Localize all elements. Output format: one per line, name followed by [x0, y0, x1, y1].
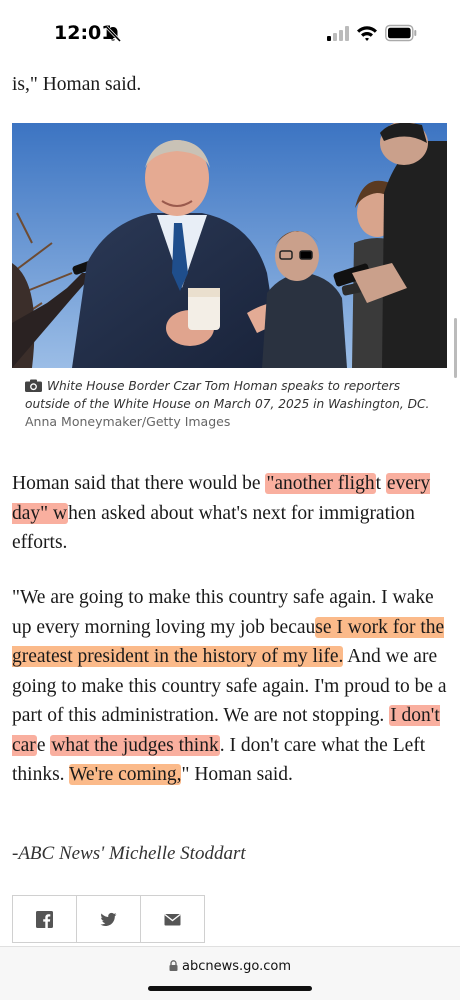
url-display[interactable]: abcnews.go.com: [0, 959, 460, 974]
twitter-icon: [100, 912, 117, 926]
caption-text: White House Border Czar Tom Homan speaks…: [25, 379, 430, 411]
facebook-icon: [36, 910, 53, 928]
highlighted-text[interactable]: what the judges think: [50, 734, 220, 756]
paragraph-text: " Homan said.: [181, 764, 293, 785]
highlighted-text[interactable]: We're coming,: [69, 764, 182, 785]
url-text: abcnews.go.com: [181, 959, 291, 974]
article-paragraph: Homan said that there would be "another …: [12, 469, 448, 558]
camera-icon: [25, 379, 42, 392]
paragraph-text: hen asked about what's next for immigrat…: [12, 502, 415, 554]
battery-icon: [385, 24, 417, 42]
paragraph-text: Homan said that there would be: [12, 473, 266, 494]
paragraph-text: t: [375, 473, 386, 494]
article-paragraph: "We are going to make this country safe …: [12, 583, 448, 790]
paragraph-text: e: [36, 734, 51, 756]
byline: -ABC News' Michelle Stoddart: [12, 843, 246, 864]
share-email-button[interactable]: [140, 895, 205, 943]
scrollbar[interactable]: [454, 318, 457, 378]
photo-credit: Anna Moneymaker/Getty Images: [25, 414, 231, 429]
wifi-icon: [357, 26, 377, 41]
highlighted-text[interactable]: "another fligh: [265, 473, 376, 494]
article-photo: [12, 123, 447, 368]
bell-slash-icon: [105, 25, 122, 43]
share-twitter-button[interactable]: [76, 895, 141, 943]
share-facebook-button[interactable]: [12, 895, 77, 943]
article-text-fragment: is," Homan said.: [12, 74, 142, 95]
signal-icon: [327, 26, 349, 41]
share-bar: [12, 895, 205, 943]
status-bar: 12:01: [0, 0, 460, 62]
email-icon: [164, 913, 181, 925]
photo-caption: White House Border Czar Tom Homan speaks…: [25, 377, 445, 413]
home-indicator[interactable]: [148, 986, 312, 991]
browser-url-bar[interactable]: abcnews.go.com: [0, 946, 460, 1000]
lock-icon: [169, 960, 178, 971]
